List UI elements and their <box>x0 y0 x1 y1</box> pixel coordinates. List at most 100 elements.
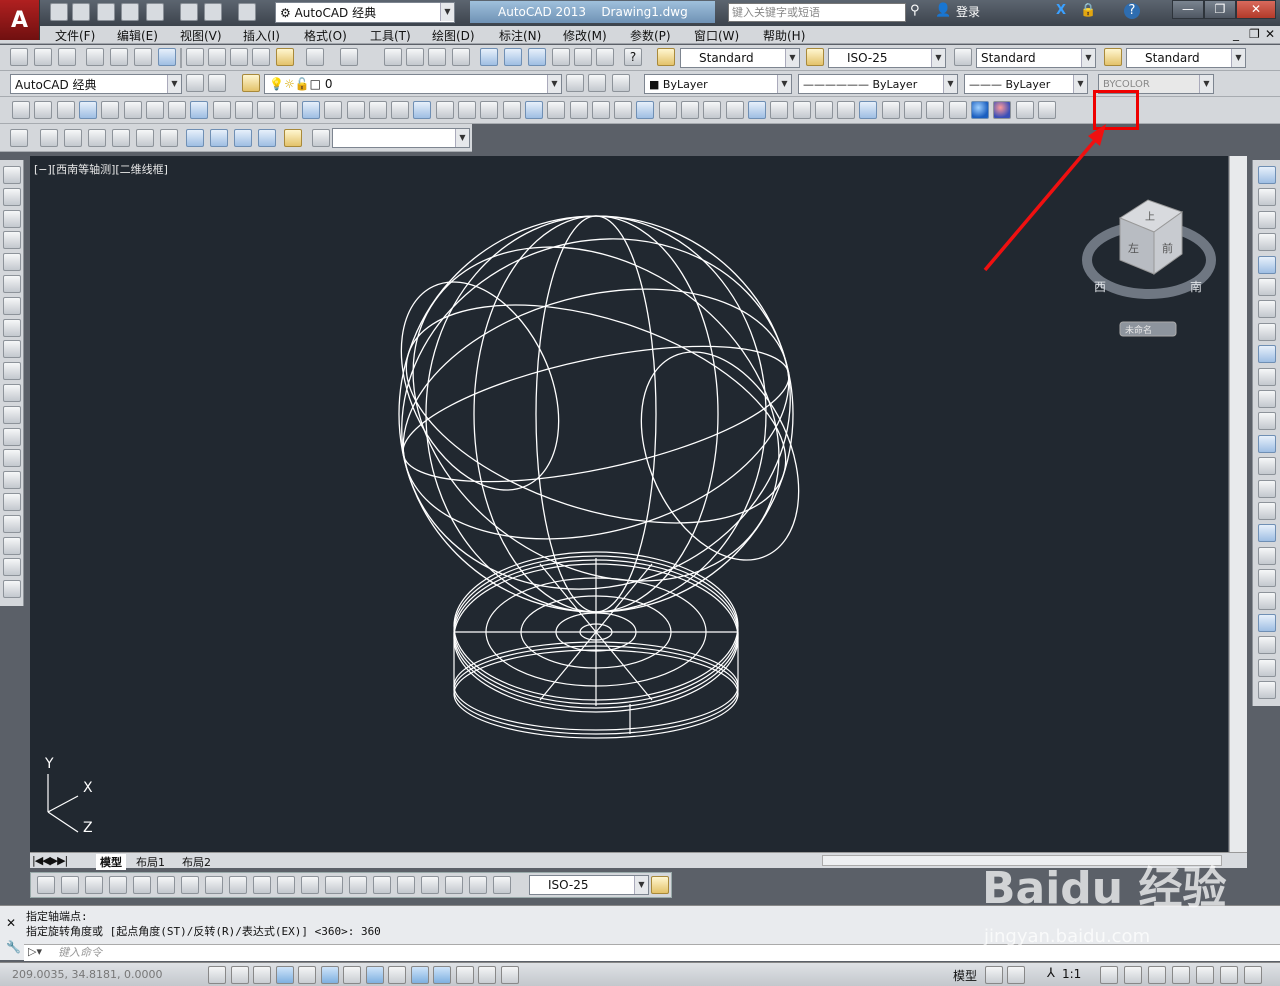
solid-history-icon[interactable] <box>792 101 811 119</box>
print-icon[interactable] <box>180 3 198 21</box>
match-properties-icon[interactable] <box>252 48 270 66</box>
radius-dim-icon[interactable] <box>133 876 151 894</box>
binoculars-icon[interactable]: ⚲ <box>910 3 920 18</box>
menu-file[interactable]: 文件(F) <box>55 27 95 44</box>
right-view-icon[interactable] <box>112 129 130 147</box>
color-dropdown[interactable]: ■ ByLayer ▼ <box>644 74 792 94</box>
visual-style-manager-icon[interactable] <box>1015 101 1034 119</box>
save-icon[interactable] <box>58 48 76 66</box>
login-button[interactable]: 登录 <box>956 3 980 20</box>
grid-display-toggle[interactable] <box>253 966 271 984</box>
annotation-scale[interactable]: 1:1 <box>1062 967 1081 981</box>
revolve-icon[interactable] <box>257 101 276 119</box>
toolbar-lock-icon[interactable] <box>1172 966 1190 984</box>
rotate-icon[interactable] <box>1258 300 1276 319</box>
camera-icon[interactable] <box>284 129 302 147</box>
cone-icon[interactable] <box>78 101 97 119</box>
close-command-icon[interactable]: ✕ <box>6 916 16 930</box>
polygon-icon[interactable] <box>3 231 21 250</box>
solid-editing-icon[interactable] <box>10 129 28 147</box>
shell-icon[interactable] <box>681 101 699 119</box>
sweep-icon[interactable] <box>279 101 298 119</box>
blend-icon[interactable] <box>1258 524 1276 543</box>
draw-order-above-icon[interactable] <box>1258 614 1276 632</box>
layer-state-icon[interactable] <box>612 74 630 92</box>
cut-icon[interactable] <box>186 48 204 66</box>
table-style-icon[interactable] <box>954 48 972 66</box>
search-input[interactable]: 键入关键字或短语 <box>728 3 906 22</box>
coordinates-readout[interactable]: 209.0035, 34.8181, 0.0000 <box>12 968 162 981</box>
dim-style-icon[interactable] <box>806 48 824 66</box>
visual-style-2d-icon[interactable] <box>926 101 945 119</box>
scale-icon[interactable] <box>1258 322 1276 341</box>
continue-dim-icon[interactable] <box>277 876 295 894</box>
helix-icon[interactable] <box>190 101 209 119</box>
properties-icon[interactable] <box>480 48 498 66</box>
mesh-crease-icon[interactable] <box>881 101 900 119</box>
thicken-icon[interactable] <box>547 101 566 119</box>
interfere-icon[interactable] <box>502 101 521 119</box>
nw-iso-icon[interactable] <box>258 129 276 147</box>
table-style-dropdown[interactable]: Standard ▼ <box>976 48 1096 68</box>
front-view-icon[interactable] <box>40 129 58 147</box>
sw-iso-icon[interactable] <box>186 129 204 147</box>
dim-break-icon[interactable] <box>325 876 343 894</box>
tool-palettes-icon[interactable] <box>528 48 546 66</box>
redo-icon[interactable] <box>340 48 358 66</box>
menu-insert[interactable]: 插入(I) <box>243 27 280 44</box>
annotation-visibility-icon[interactable] <box>1100 966 1118 984</box>
slice-icon[interactable] <box>524 101 543 119</box>
menu-modify[interactable]: 修改(M) <box>563 27 607 44</box>
auto-scale-icon[interactable] <box>1124 966 1142 984</box>
maximize-button[interactable]: ❐ <box>1204 0 1236 19</box>
join-icon[interactable] <box>1258 457 1276 476</box>
break-icon[interactable] <box>1258 434 1276 453</box>
menu-window[interactable]: 窗口(W) <box>694 27 739 44</box>
lineweight-dropdown[interactable]: ——— ByLayer ▼ <box>964 74 1088 94</box>
insert-block-icon[interactable] <box>3 405 21 424</box>
menu-parametric[interactable]: 参数(P) <box>630 27 671 44</box>
application-menu-button[interactable]: A <box>0 0 40 40</box>
clean-screen-icon[interactable] <box>1244 966 1262 984</box>
3d-array-icon[interactable] <box>480 101 499 119</box>
dim-edit-icon[interactable] <box>445 876 463 894</box>
trim-icon[interactable] <box>1258 367 1276 386</box>
print-icon[interactable] <box>86 48 104 66</box>
loft-icon[interactable] <box>301 101 320 119</box>
hatch-icon[interactable] <box>3 471 21 490</box>
plot-preview-icon[interactable] <box>110 48 128 66</box>
spline-icon[interactable] <box>3 340 21 359</box>
model-space-toggle[interactable]: 模型 <box>953 967 977 984</box>
publish-icon[interactable] <box>134 48 152 66</box>
plot-preview-icon[interactable] <box>146 3 164 21</box>
pyramid-icon[interactable] <box>145 101 164 119</box>
render-icon[interactable] <box>1037 101 1056 119</box>
union-icon[interactable] <box>346 101 365 119</box>
multileader-style-dropdown[interactable]: Standard ▼ <box>1126 48 1246 68</box>
sphere-icon[interactable] <box>101 101 120 119</box>
3d-align-icon[interactable] <box>458 101 476 119</box>
baseline-dim-icon[interactable] <box>253 876 271 894</box>
center-mark-icon[interactable] <box>373 876 391 894</box>
vertical-scrollbar[interactable] <box>1229 156 1247 852</box>
command-input[interactable]: 键入命令 <box>24 944 1280 961</box>
back-view-icon[interactable] <box>64 129 82 147</box>
3d-object-snap-toggle[interactable] <box>343 966 361 984</box>
draw-order-front-icon[interactable] <box>1258 569 1276 588</box>
doc-close-icon[interactable]: ✕ <box>1265 27 1275 41</box>
3d-dwf-icon[interactable] <box>158 48 176 66</box>
minimize-button[interactable]: — <box>1172 0 1204 19</box>
check-icon[interactable] <box>703 101 722 119</box>
mirror-icon[interactable] <box>1258 210 1276 229</box>
layer-previous-icon[interactable] <box>588 74 606 92</box>
extract-edges-icon[interactable] <box>636 101 655 119</box>
make-block-icon[interactable] <box>3 427 21 446</box>
3d-move-icon[interactable] <box>413 101 432 119</box>
help-button[interactable]: ? <box>1124 3 1140 19</box>
dynamic-input-toggle[interactable] <box>410 966 429 984</box>
user-icon[interactable]: 👤 <box>935 3 951 18</box>
offset-icon[interactable] <box>1258 233 1276 252</box>
pan-hand-icon[interactable] <box>384 48 402 66</box>
hardware-acceleration-icon[interactable] <box>1196 966 1214 984</box>
calculator-icon[interactable] <box>596 48 614 66</box>
